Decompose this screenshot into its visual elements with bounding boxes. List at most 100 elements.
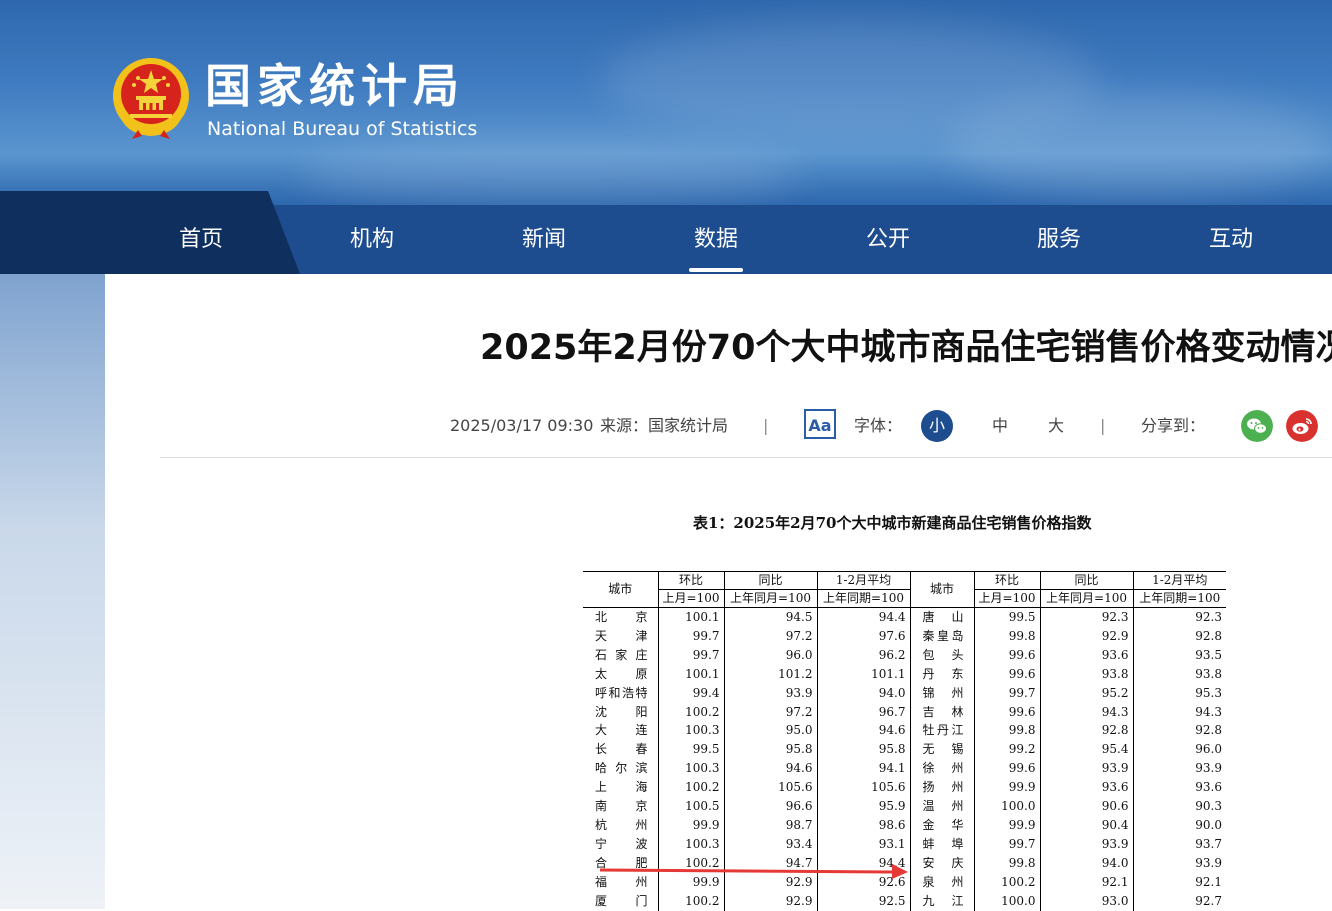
city-cell: 大连 bbox=[595, 723, 648, 738]
mom-cell: 99.8 bbox=[973, 626, 1040, 646]
table-row: 北京 100.1 94.5 94.4 唐山 99.5 92.3 92.3 bbox=[583, 607, 1226, 627]
city-cell: 南京 bbox=[595, 799, 648, 814]
yoy-cell: 93.0 bbox=[1039, 891, 1133, 911]
avg-cell: 93.1 bbox=[816, 834, 910, 854]
header-city: 城市 bbox=[583, 572, 658, 608]
yoy-cell: 95.4 bbox=[1039, 740, 1133, 760]
mom-cell: 100.2 bbox=[657, 778, 724, 798]
mom-cell: 99.8 bbox=[973, 853, 1040, 873]
mom-cell: 100.2 bbox=[657, 702, 724, 722]
header-mom-base: 上月=100 bbox=[657, 589, 724, 608]
mom-cell: 100.3 bbox=[657, 759, 724, 779]
avg-cell: 94.6 bbox=[816, 721, 910, 741]
nav-item-service[interactable]: 服务 bbox=[1004, 205, 1114, 274]
avg-cell: 105.6 bbox=[816, 778, 910, 798]
table-row: 大连 100.3 95.0 94.6 牡丹江 99.8 92.8 92.8 bbox=[583, 721, 1226, 741]
nav-item-home[interactable]: 首页 bbox=[146, 205, 256, 274]
header-mom: 环比 bbox=[657, 572, 724, 590]
wechat-icon[interactable] bbox=[1241, 410, 1273, 442]
mom-cell: 99.7 bbox=[657, 645, 724, 665]
avg-cell: 96.7 bbox=[816, 702, 910, 722]
avg-cell: 98.6 bbox=[816, 815, 910, 835]
table-row: 南京 100.5 96.6 95.9 温州 100.0 90.6 90.3 bbox=[583, 797, 1226, 816]
table-row: 天津 99.7 97.2 97.6 秦皇岛 99.8 92.9 92.8 bbox=[583, 626, 1226, 646]
yoy-cell: 105.6 bbox=[723, 778, 817, 798]
city-cell: 金华 bbox=[909, 815, 974, 835]
yoy-cell: 96.0 bbox=[723, 645, 817, 665]
table-row: 太原 100.1 101.2 101.1 丹东 99.6 93.8 93.8 bbox=[583, 664, 1226, 684]
banner-cloud bbox=[300, 140, 800, 205]
table-row: 厦门 100.2 92.9 92.5 九江 100.0 93.0 92.7 bbox=[583, 891, 1226, 911]
yoy-cell: 93.9 bbox=[1039, 759, 1133, 779]
mom-cell: 99.9 bbox=[657, 815, 724, 835]
avg-cell: 93.5 bbox=[1132, 645, 1226, 665]
nav-item-data[interactable]: 数据 bbox=[661, 205, 771, 274]
nav-item-news[interactable]: 新闻 bbox=[489, 205, 599, 274]
yoy-cell: 93.4 bbox=[723, 834, 817, 854]
mom-cell: 100.3 bbox=[657, 721, 724, 741]
mom-cell: 99.7 bbox=[973, 683, 1040, 703]
city-cell: 扬州 bbox=[909, 778, 974, 798]
yoy-cell: 92.3 bbox=[1039, 607, 1133, 627]
table-row: 上海 100.2 105.6 105.6 扬州 99.9 93.6 93.6 bbox=[583, 778, 1226, 798]
city-cell: 锦州 bbox=[909, 683, 974, 703]
yoy-cell: 93.8 bbox=[1039, 664, 1133, 684]
mom-cell: 99.6 bbox=[973, 645, 1040, 665]
avg-cell: 97.6 bbox=[816, 626, 910, 646]
yoy-cell: 92.1 bbox=[1039, 872, 1133, 892]
avg-cell: 96.0 bbox=[1132, 740, 1226, 760]
nav-item-organization[interactable]: 机构 bbox=[317, 205, 427, 274]
table-row: 沈阳 100.2 97.2 96.7 吉林 99.6 94.3 94.3 bbox=[583, 702, 1226, 722]
font-size-large-button[interactable]: 大 bbox=[1048, 410, 1064, 442]
nav-item-public[interactable]: 公开 bbox=[833, 205, 943, 274]
city-cell: 沈阳 bbox=[595, 704, 648, 719]
mom-cell: 100.3 bbox=[657, 834, 724, 854]
city-cell: 包头 bbox=[909, 645, 974, 665]
font-size-icon[interactable]: Aa bbox=[804, 409, 836, 439]
weibo-icon[interactable] bbox=[1286, 410, 1318, 442]
main-nav: 首页 机构 新闻 数据 公开 服务 互动 bbox=[0, 191, 1332, 274]
header-avg-base: 上年同期=100 bbox=[816, 589, 910, 608]
side-decoration bbox=[0, 274, 105, 909]
avg-cell: 101.1 bbox=[816, 664, 910, 684]
yoy-cell: 98.7 bbox=[723, 815, 817, 835]
national-emblem-icon[interactable] bbox=[112, 56, 190, 140]
mom-cell: 99.7 bbox=[657, 626, 724, 646]
city-cell: 上海 bbox=[595, 780, 648, 795]
yoy-cell: 96.6 bbox=[723, 797, 817, 816]
font-size-small-button[interactable]: 小 bbox=[921, 410, 953, 442]
city-cell: 呼和浩特 bbox=[595, 685, 648, 700]
avg-cell: 95.9 bbox=[816, 797, 910, 816]
yoy-cell: 92.9 bbox=[723, 891, 817, 911]
mom-cell: 100.2 bbox=[973, 872, 1040, 892]
table-row: 杭州 99.9 98.7 98.6 金华 99.9 90.4 90.0 bbox=[583, 815, 1226, 835]
avg-cell: 92.8 bbox=[1132, 721, 1226, 741]
nav-item-interaction[interactable]: 互动 bbox=[1176, 205, 1286, 274]
city-cell: 九江 bbox=[909, 891, 974, 911]
yoy-cell: 94.6 bbox=[723, 759, 817, 779]
table-row: 长春 99.5 95.8 95.8 无锡 99.2 95.4 96.0 bbox=[583, 740, 1226, 760]
yoy-cell: 97.2 bbox=[723, 626, 817, 646]
price-index-table: 城市 环比 同比 1-2月平均 城市 环比 同比 1-2月平均 上月=100 上… bbox=[583, 571, 1226, 911]
mom-cell: 99.5 bbox=[973, 607, 1040, 627]
header-mom: 环比 bbox=[973, 572, 1040, 590]
city-cell: 天津 bbox=[595, 628, 648, 643]
city-cell: 太原 bbox=[595, 666, 648, 681]
meta-separator: | bbox=[1100, 416, 1106, 435]
header-yoy: 同比 bbox=[723, 572, 817, 590]
yoy-cell: 90.4 bbox=[1039, 815, 1133, 835]
site-subtitle: National Bureau of Statistics bbox=[207, 118, 478, 140]
font-size-medium-button[interactable]: 中 bbox=[992, 410, 1008, 442]
table-row: 呼和浩特 99.4 93.9 94.0 锦州 99.7 95.2 95.3 bbox=[583, 683, 1226, 703]
share-label: 分享到： bbox=[1141, 416, 1206, 435]
avg-cell: 94.3 bbox=[1132, 702, 1226, 722]
city-cell: 厦门 bbox=[595, 893, 648, 908]
city-cell: 丹东 bbox=[909, 664, 974, 684]
yoy-cell: 92.8 bbox=[1039, 721, 1133, 741]
city-cell: 安庆 bbox=[909, 853, 974, 873]
table-row: 石家庄 99.7 96.0 96.2 包头 99.6 93.6 93.5 bbox=[583, 645, 1226, 665]
city-cell: 杭州 bbox=[595, 817, 648, 832]
table-row: 宁波 100.3 93.4 93.1 蚌埠 99.7 93.9 93.7 bbox=[583, 834, 1226, 854]
site-title: 国家统计局 bbox=[205, 59, 465, 113]
yoy-cell: 93.6 bbox=[1039, 778, 1133, 798]
